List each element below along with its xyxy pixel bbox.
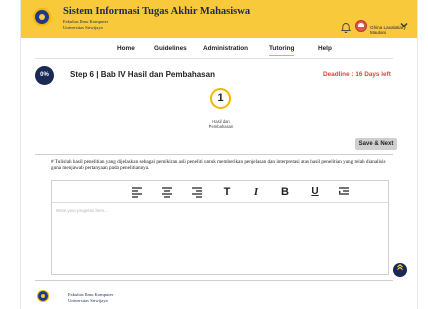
divider [35,58,393,59]
align-left-icon[interactable] [130,186,144,198]
footer-university: Universitas Sriwijaya [68,298,108,303]
align-right-icon[interactable] [190,186,204,198]
chevron-down-icon[interactable] [400,21,408,31]
nav-item-guidelines[interactable]: Guidelines [154,45,187,52]
step-number-badge: 1 [210,88,231,109]
text-editor[interactable]: T I B U Write your progress here... [51,180,389,275]
save-next-button[interactable]: Save & Next [355,138,397,150]
scroll-to-top-button[interactable] [393,263,407,277]
page-frame: Sistem Informasi Tugas Akhir Mahasiswa F… [20,0,418,309]
align-center-icon[interactable] [160,186,174,198]
university-logo [33,8,51,26]
app-title: Sistem Informasi Tugas Akhir Mahasiswa [63,6,251,17]
text-icon[interactable]: T [220,186,234,198]
university-name: Universitas Sriwijaya [63,25,103,30]
progress-indicator: 0% [35,66,54,85]
header: Sistem Informasi Tugas Akhir Mahasiswa F… [21,0,417,38]
faculty-name: Fakultas Ilmu Komputer [63,19,109,24]
divider [35,154,393,155]
editor-placeholder[interactable]: Write your progress here... [56,208,108,213]
footer-faculty: Fakultas Ilmu Komputer [68,292,114,297]
nav-item-help[interactable]: Help [318,45,332,52]
step-title: Step 6 | Bab IV Hasil dan Pembahasan [70,70,215,79]
footer-logo [37,290,49,302]
deadline-text: Deadline : 16 Days left [323,71,391,78]
underline-icon[interactable]: U [308,186,322,198]
user-avatar[interactable] [355,20,367,32]
italic-icon[interactable]: I [249,186,263,198]
nav-item-administration[interactable]: Administration [203,45,248,52]
editor-toolbar: T I B U [52,181,388,203]
nav-item-tutoring[interactable]: Tutoring [269,45,295,56]
step-number-label: Hasil dan Pembahasan [208,119,234,129]
notification-bell-icon[interactable] [340,22,352,34]
nav-item-home[interactable]: Home [117,45,135,52]
double-chevron-up-icon [397,264,403,271]
user-name[interactable]: Ghina Laxalatiary Maulani [370,25,417,35]
indent-icon[interactable] [337,186,351,198]
divider [35,280,393,281]
instruction-text: # Tulislah hasil penelitian yang dijelas… [51,159,386,171]
bold-icon[interactable]: B [278,186,292,198]
